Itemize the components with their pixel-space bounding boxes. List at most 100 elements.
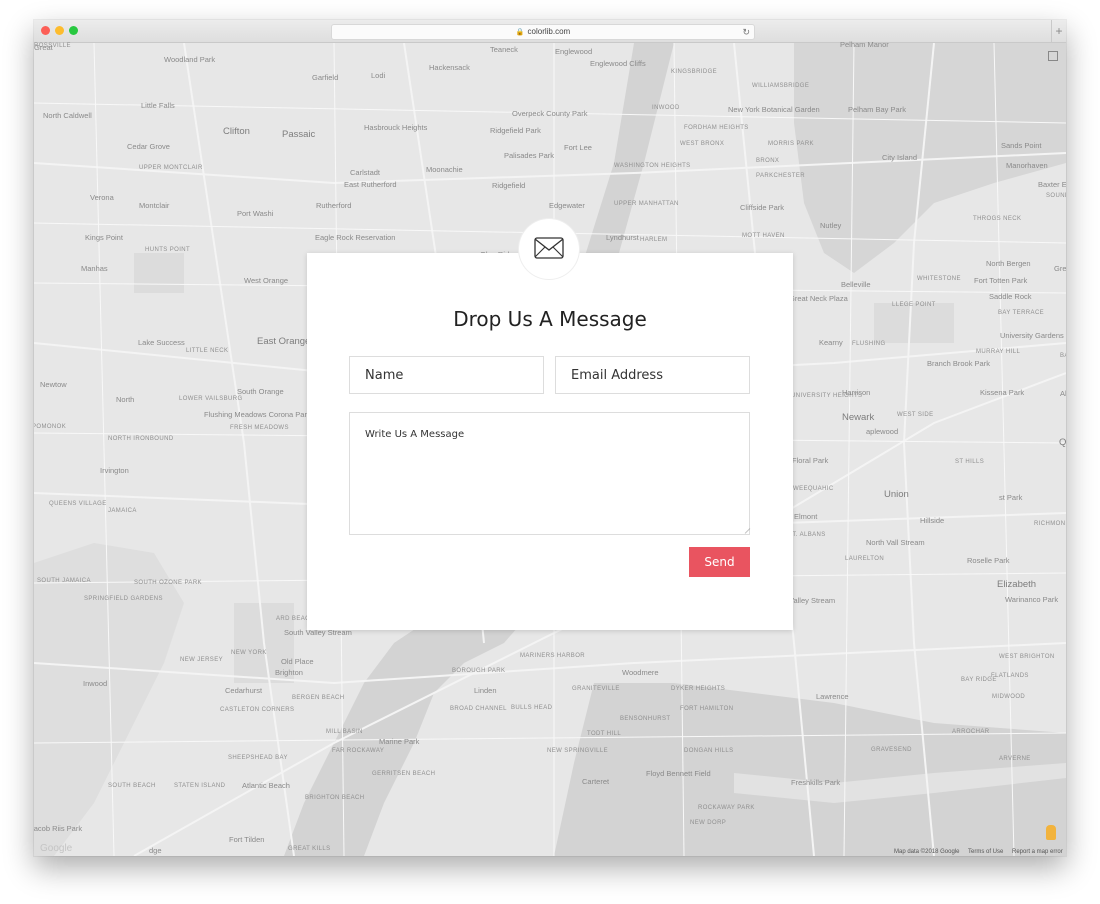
map-place-label: BOROUGH PARK — [452, 668, 506, 674]
map-place-label: Cedarhurst — [225, 686, 263, 695]
map-place-label: Rutherford — [316, 201, 352, 210]
map-place-label: UPPER MANHATTAN — [614, 201, 679, 207]
map-place-label: Old Place — [281, 657, 314, 666]
map-place-label: SOUTH OZONE PARK — [134, 580, 202, 586]
pegman-icon[interactable] — [1046, 825, 1056, 840]
map-place-label: HARLEM — [640, 237, 668, 243]
fullscreen-icon[interactable] — [1048, 51, 1058, 61]
map-place-label: Roselle Park — [967, 556, 1010, 565]
map-place-label: SOUNDVIEW — [1046, 193, 1066, 199]
map-place-label: BRIGHTON BEACH — [305, 795, 365, 801]
map-place-label: Moonachie — [426, 165, 463, 174]
map-place-label: Brighton — [275, 668, 303, 677]
message-field[interactable] — [349, 412, 750, 535]
map-place-label: WASHINGTON HEIGHTS — [614, 163, 691, 169]
map-place-label: West Orange — [244, 276, 289, 285]
map-place-label: Cedar Grove — [127, 142, 170, 151]
map-place-label: NORTH IRONBOUND — [108, 436, 174, 442]
map-place-label: Elmont — [794, 512, 818, 521]
map-place-label: Englewood Cliffs — [590, 59, 646, 68]
map-place-label: Woodmere — [622, 668, 659, 677]
map-place-label: UNIVERSITY HEIGHTS — [791, 393, 863, 399]
map-place-label: QUEENS VILLAGE — [49, 501, 107, 507]
map-place-label: Port Washi — [237, 209, 274, 218]
map-place-label: Union — [884, 489, 909, 500]
map-place-label: Manhas — [81, 264, 108, 273]
map-place-label: Fort Totten Park — [974, 276, 1028, 285]
map-place-label: BRONX — [756, 158, 780, 164]
map-place-label: dge — [149, 846, 162, 855]
map-place-label: Verona — [90, 193, 114, 202]
map-place-label: Sands Point — [1001, 141, 1042, 150]
map-place-label: THROGS NECK — [973, 216, 1022, 222]
map-place-label: DONGAN HILLS — [684, 748, 734, 754]
map-place-label: MARINERS HARBOR — [520, 653, 586, 659]
map-place-label: BENSONHURST — [620, 716, 671, 722]
map-place-label: Montclair — [139, 201, 170, 210]
map-place-label: HUNTS POINT — [145, 247, 191, 253]
send-button[interactable]: Send — [689, 547, 750, 577]
zoom-window-button[interactable] — [69, 26, 78, 35]
map-place-label: RICHMOND HILL — [1034, 521, 1066, 527]
map-place-label: University Gardens — [1000, 331, 1064, 340]
map-place-label: North Bergen — [986, 259, 1031, 268]
map-place-label: Cliffside Park — [740, 203, 785, 212]
map-place-label: BAYSIDE — [1060, 353, 1066, 359]
close-window-button[interactable] — [41, 26, 50, 35]
arthur-kill-area — [34, 543, 184, 856]
map-place-label: Overpeck County Park — [512, 109, 588, 118]
map-place-label: Inwood — [83, 679, 108, 688]
map-place-label: FORT HAMILTON — [680, 706, 734, 712]
map-place-label: GRANITEVILLE — [572, 686, 620, 692]
map-place-label: Ridgefield Park — [490, 126, 541, 135]
map-place-label: JAMAICA — [108, 508, 137, 514]
map-place-label: GERRITSEN BEACH — [372, 771, 436, 777]
map-place-label: INWOOD — [652, 105, 680, 111]
map-place-label: Kings Point — [85, 233, 123, 242]
map-place-label: DYKER HEIGHTS — [671, 686, 726, 692]
park-area — [134, 253, 184, 293]
name-field[interactable] — [349, 356, 544, 394]
terms-of-use-link[interactable]: Terms of Use — [968, 849, 1003, 855]
map-place-label: FORDHAM HEIGHTS — [684, 125, 749, 131]
park-area — [874, 303, 954, 343]
map-place-label: North — [116, 395, 135, 404]
map-place-label: City Island — [882, 153, 918, 162]
map-place-label: GREAT KILLS — [288, 846, 331, 852]
map-place-label: NEW YORK — [231, 650, 267, 656]
map-place-label: FLATLANDS — [991, 673, 1029, 679]
map-place-label: Englewood — [555, 47, 593, 56]
map-place-label: North Vall Stream — [866, 538, 925, 547]
map-place-label: NEW DORP — [690, 820, 727, 826]
reload-icon[interactable]: ↻ — [742, 25, 750, 39]
map-place-label: Valley Stream — [789, 596, 836, 605]
map-place-label: Fort Tilden — [229, 835, 265, 844]
map-place-label: NEW SPRINGVILLE — [547, 748, 609, 754]
map-place-label: Alley Pond Park — [1060, 389, 1066, 398]
map-place-label: Great Neck — [1054, 264, 1066, 273]
map-place-label: Woodland Park — [164, 55, 216, 64]
address-bar[interactable]: 🔒 colorlib.com ↻ — [331, 24, 755, 40]
report-map-error-link[interactable]: Report a map error — [1012, 849, 1063, 855]
map-place-label: CASTLETON CORNERS — [220, 707, 295, 713]
map-place-label: ARVERNE — [999, 756, 1031, 762]
map-place-label: Eagle Rock Reservation — [315, 233, 396, 242]
map-place-label: Saddle Rock — [989, 292, 1032, 301]
email-field[interactable] — [555, 356, 750, 394]
map-place-label: Pelham Manor — [840, 40, 889, 49]
map-place-label: aplewood — [866, 427, 899, 436]
map-place-label: Great — [34, 43, 53, 52]
map-place-label: Floral Park — [792, 456, 829, 465]
map-place-label: Hackensack — [429, 63, 470, 72]
map-place-label: ROCKAWAY PARK — [698, 805, 755, 811]
map-place-label: North Caldwell — [43, 111, 92, 120]
map-place-label: Pelham Bay Park — [848, 105, 906, 114]
new-tab-button[interactable]: + — [1051, 20, 1066, 42]
map-place-label: Branch Brook Park — [927, 359, 990, 368]
minimize-window-button[interactable] — [55, 26, 64, 35]
map-place-label: Floyd Bennett Field — [646, 769, 711, 778]
map-place-label: Manorhaven — [1006, 161, 1048, 170]
map-place-label: Atlantic Beach — [242, 781, 290, 790]
map-place-label: FAR ROCKAWAY — [332, 748, 385, 754]
map-place-label: Hasbrouck Heights — [364, 123, 428, 132]
